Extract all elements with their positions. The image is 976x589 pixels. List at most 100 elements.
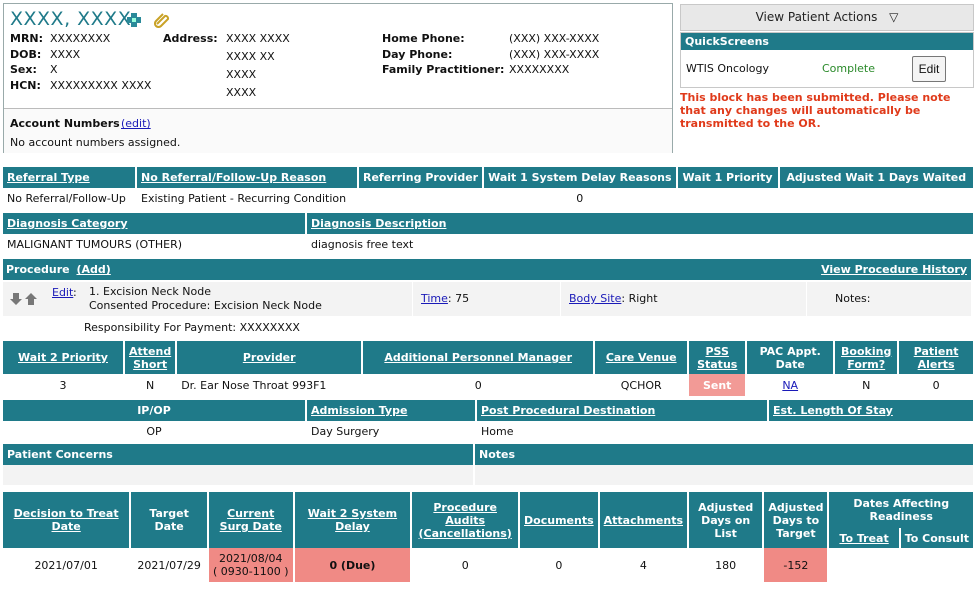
view-patient-actions-button[interactable]: View Patient Actions ▽ xyxy=(680,4,974,31)
account-numbers-title: Account Numbers xyxy=(10,117,120,130)
body-site-value: : Right xyxy=(621,292,658,305)
quickscreen-edit-button[interactable]: Edit xyxy=(912,56,946,82)
diagnosis-table: Diagnosis Category Diagnosis Description… xyxy=(1,213,975,254)
provider-header[interactable]: Provider xyxy=(243,351,296,364)
referring-provider-header: Referring Provider xyxy=(363,171,479,184)
patient-alerts-header[interactable]: Patient Alerts xyxy=(914,345,959,371)
procedure-title: Procedure xyxy=(6,263,70,276)
wait2-priority-header[interactable]: Wait 2 Priority xyxy=(18,351,108,364)
address-line-2: XXXX XX xyxy=(226,50,275,63)
procedure-audits-header[interactable]: Procedure Audits (Cancellations) xyxy=(419,501,512,540)
responsibility-for-payment: Responsibility For Payment: XXXXXXXX xyxy=(84,321,300,334)
post-procedural-destination-header[interactable]: Post Procedural Destination xyxy=(481,404,655,417)
home-phone-value: (XXX) XXX-XXXX xyxy=(509,32,600,45)
day-phone-label: Day Phone: xyxy=(382,48,453,61)
adjusted-wait1-days-header: Adjusted Wait 1 Days Waited xyxy=(786,171,967,184)
adjusted-days-on-list-value: 180 xyxy=(715,558,737,572)
adjusted-wait1-days-value xyxy=(780,188,973,208)
no-referral-reason-header[interactable]: No Referral/Follow-Up Reason xyxy=(141,171,326,184)
attachment-clip-icon[interactable] xyxy=(153,12,170,31)
account-numbers-section: Account Numbers (edit) No account number… xyxy=(4,108,672,153)
to-treat-value xyxy=(829,548,898,582)
procedure-notes-label: Notes: xyxy=(835,292,871,305)
dob-label: DOB: xyxy=(10,48,42,61)
admission-type-header[interactable]: Admission Type xyxy=(311,404,407,417)
quickscreen-status: Complete xyxy=(822,62,876,75)
pac-appt-date-link[interactable]: NA xyxy=(782,379,798,392)
target-date-value: 2021/07/29 xyxy=(137,558,201,572)
diagnosis-description-header[interactable]: Diagnosis Description xyxy=(311,217,446,230)
wait2-priority-value: 3 xyxy=(59,378,67,392)
attend-short-header[interactable]: Attend Short xyxy=(129,345,171,371)
concerns-table: Patient Concerns Notes xyxy=(1,444,975,485)
care-venue-header[interactable]: Care Venue xyxy=(606,351,677,364)
to-consult-header: To Consult xyxy=(904,531,969,545)
wait2-system-delay-header[interactable]: Wait 2 System Delay xyxy=(308,507,397,533)
attachments-value: 4 xyxy=(639,558,647,572)
to-consult-value xyxy=(901,548,973,582)
documents-header[interactable]: Documents xyxy=(524,514,594,527)
address-line-4: XXXX xyxy=(226,86,257,99)
time-value: : 75 xyxy=(447,292,470,305)
time-link[interactable]: Time xyxy=(421,292,448,305)
home-phone-label: Home Phone: xyxy=(382,32,465,45)
add-procedure-link[interactable]: (Add) xyxy=(76,263,110,276)
account-edit-link[interactable]: (edit) xyxy=(121,117,151,130)
medical-cross-icon[interactable] xyxy=(126,12,142,31)
hcn-label: HCN: xyxy=(10,79,41,92)
current-surg-date-header[interactable]: Current Surg Date xyxy=(220,507,282,533)
sex-value: X xyxy=(50,63,58,76)
additional-personnel-value: 0 xyxy=(474,378,482,392)
referral-type-header[interactable]: Referral Type xyxy=(7,171,90,184)
wait1-priority-value xyxy=(678,188,778,208)
quickscreens-panel: QuickScreens WTIS Oncology Complete Edit xyxy=(680,32,974,88)
diagnosis-description-value: diagnosis free text xyxy=(311,237,414,251)
address-label: Address: xyxy=(163,32,218,45)
dates-affecting-readiness-header: Dates Affecting Readiness xyxy=(853,497,950,523)
procedure-edit-link[interactable]: Edit xyxy=(52,286,73,299)
decision-to-treat-value: 2021/07/01 xyxy=(34,558,98,572)
family-practitioner-value: XXXXXXXX xyxy=(509,63,570,76)
move-down-arrow-icon[interactable] xyxy=(10,293,22,308)
booking-form-value: N xyxy=(862,378,871,392)
booking-form-header[interactable]: Booking Form? xyxy=(841,345,891,371)
diagnosis-category-header[interactable]: Diagnosis Category xyxy=(7,217,128,230)
attachments-header[interactable]: Attachments xyxy=(604,514,683,527)
decision-to-treat-header[interactable]: Decision to Treat Date xyxy=(14,507,119,533)
admission-table: IP/OP Admission Type Post Procedural Des… xyxy=(1,400,975,441)
wait2-table: Wait 2 Priority Attend Short Provider Ad… xyxy=(1,341,975,396)
body-site-link[interactable]: Body Site xyxy=(569,292,621,305)
move-up-arrow-icon[interactable] xyxy=(25,293,37,308)
additional-personnel-header[interactable]: Additional Personnel Manager xyxy=(384,351,572,364)
referring-provider-value xyxy=(359,188,482,208)
adjusted-days-to-target-value: -152 xyxy=(764,548,828,582)
care-venue-value: QCHOR xyxy=(620,378,662,392)
current-surg-time-value: ( 0930-1100 ) xyxy=(212,565,289,578)
est-length-of-stay-value xyxy=(769,421,973,441)
referral-table: Referral Type No Referral/Follow-Up Reas… xyxy=(1,167,975,208)
no-referral-reason-value: Existing Patient - Recurring Condition xyxy=(141,191,347,205)
mrn-label: MRN: xyxy=(10,32,44,45)
referral-type-value: No Referral/Follow-Up xyxy=(7,191,126,205)
target-date-header: Target Date xyxy=(149,507,189,533)
to-treat-header[interactable]: To Treat xyxy=(839,532,888,545)
post-procedural-destination-value: Home xyxy=(481,424,514,438)
attend-short-value: N xyxy=(145,378,155,392)
pss-status-badge: Sent xyxy=(689,374,746,396)
procedure-audits-value: 0 xyxy=(461,558,469,572)
view-patient-actions-label: View Patient Actions xyxy=(755,10,878,24)
notes-header: Notes xyxy=(479,448,516,461)
wait1-delay-reasons-value: 0 xyxy=(576,191,584,205)
chevron-down-icon: ▽ xyxy=(889,10,899,24)
dates-table: Decision to Treat Date Target Date Curre… xyxy=(1,492,975,582)
pac-appt-date-header: PAC Appt. Date xyxy=(759,344,821,371)
est-length-of-stay-header[interactable]: Est. Length Of Stay xyxy=(773,404,893,417)
provider-value: Dr. Ear Nose Throat 993F1 xyxy=(181,378,327,392)
dob-value: XXXX xyxy=(50,48,81,61)
wait1-delay-reasons-header: Wait 1 System Delay Reasons xyxy=(488,171,672,184)
pss-status-header[interactable]: PSS Status xyxy=(697,345,737,371)
view-procedure-history-link[interactable]: View Procedure History xyxy=(821,259,967,280)
procedure-header: Procedure (Add) View Procedure History xyxy=(3,259,971,280)
patient-name: XXXX, XXXX xyxy=(10,8,132,30)
mrn-value: XXXXXXXX xyxy=(50,32,111,45)
